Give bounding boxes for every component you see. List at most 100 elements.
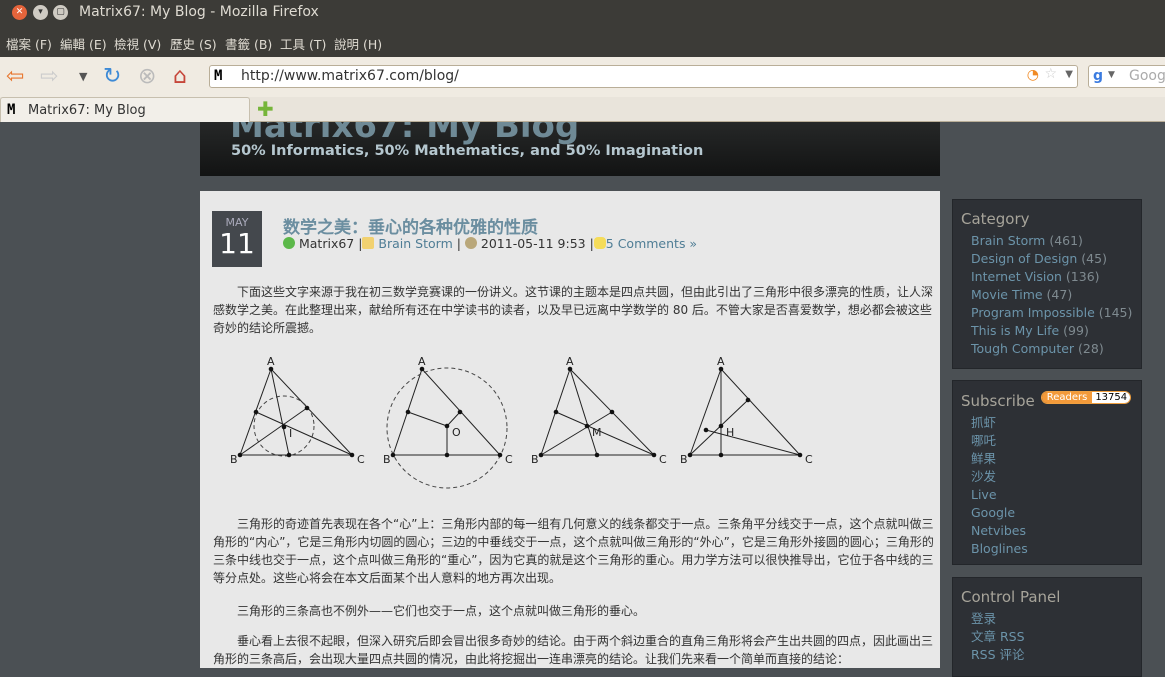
sidebar-list-item: 哪吒 [971, 432, 1141, 450]
figure-label: I [289, 427, 292, 440]
figure-line [555, 411, 655, 456]
navigation-toolbar: ⇦ ⇨ ▼ ↻ ⊗ ⌂ M http://www.matrix67.com/bl… [0, 57, 1165, 97]
forward-icon[interactable]: ⇨ [40, 65, 58, 89]
sidebar-link[interactable]: RSS 评论 [971, 647, 1025, 662]
window-title: Matrix67: My Blog - Mozilla Firefox [79, 4, 319, 20]
sidebar-list-item: This is My Life (99) [971, 322, 1141, 340]
url-bar[interactable]: M http://www.matrix67.com/blog/ ◔ ☆ ▼ [209, 65, 1078, 88]
menu-view[interactable]: 檢視 (V) [114, 34, 161, 53]
figure-point [457, 409, 463, 415]
sidebar-link[interactable]: 鲜果 [971, 451, 996, 466]
comment-icon [593, 237, 606, 249]
sidebar-link[interactable]: 沙发 [971, 469, 996, 484]
menu-history[interactable]: 歷史 (S) [170, 34, 217, 53]
bookmark-star-icon[interactable]: ☆ [1044, 66, 1057, 82]
search-input[interactable]: Goog [1129, 68, 1165, 84]
post-title[interactable]: 数学之美：垂心的各种优雅的性质 [283, 213, 538, 238]
control-panel-title: Control Panel [961, 588, 1061, 606]
sidebar-link[interactable]: Brain Storm [971, 233, 1045, 248]
item-count: (461) [1049, 233, 1083, 248]
sidebar-list-item: Program Impossible (145) [971, 304, 1141, 322]
sidebar-link[interactable]: Design of Design [971, 251, 1077, 266]
new-tab-icon[interactable]: ✚ [257, 97, 274, 121]
figure-line [270, 368, 290, 456]
maximize-icon[interactable]: ▢ [53, 5, 68, 20]
figure-point [237, 452, 243, 458]
figure-point [651, 452, 657, 458]
menu-edit[interactable]: 編輯 (E) [60, 34, 107, 53]
figure-line [270, 368, 353, 456]
item-count: (47) [1046, 287, 1073, 302]
minimize-icon[interactable]: ▾ [33, 5, 48, 20]
back-icon[interactable]: ⇦ [6, 65, 24, 89]
figure-point [253, 409, 259, 415]
figure-line [689, 368, 722, 456]
sidebar-link[interactable]: 文章 RSS [971, 629, 1025, 644]
google-icon[interactable]: g [1093, 68, 1103, 84]
post-paragraph: 垂心看上去很不起眼，但深入研究后即会冒出很多奇妙的结论。由于两个斜边重合的直角三… [213, 634, 934, 666]
close-icon[interactable]: ✕ [12, 5, 27, 20]
sidebar-list-item: Tough Computer (28) [971, 340, 1141, 358]
figure-point [703, 427, 709, 433]
post: MAY 11 数学之美：垂心的各种优雅的性质 Matrix67 | Brain … [200, 191, 940, 668]
post-comments-link[interactable]: 5 Comments » [606, 236, 697, 251]
sidebar-link[interactable]: Internet Vision [971, 269, 1062, 284]
sidebar-link[interactable]: Program Impossible [971, 305, 1095, 320]
figure-line [689, 399, 749, 456]
search-engine-dropdown-icon[interactable]: ▼ [1108, 70, 1115, 80]
figure-line [720, 368, 801, 456]
figure-point [584, 423, 590, 429]
post-paragraph: 三角形的奇迹首先表现在各个“心”上：三角形内部的每一组有几何意义的线条都交于一点… [213, 517, 934, 585]
figure-point [797, 452, 803, 458]
search-box[interactable]: g ▼ Goog [1088, 65, 1165, 88]
figure-label: C [357, 453, 365, 466]
figure-point [538, 452, 544, 458]
sidebar-link[interactable]: 抓虾 [971, 415, 996, 430]
menu-help[interactable]: 說明 (H) [334, 34, 382, 53]
url-input[interactable]: http://www.matrix67.com/blog/ [241, 68, 459, 84]
sidebar-link[interactable]: 哪吒 [971, 433, 996, 448]
sidebar-link[interactable]: Live [971, 487, 997, 502]
sidebar-link[interactable]: Tough Computer [971, 341, 1074, 356]
sidebar-link[interactable]: Netvibes [971, 523, 1026, 538]
figure-point [718, 452, 724, 458]
readers-badge[interactable]: Readers 13754 [1040, 391, 1132, 404]
menu-tools[interactable]: 工具 (T) [280, 34, 326, 53]
sidebar-list-item: Bloglines [971, 540, 1141, 558]
history-dropdown-icon[interactable]: ▼ [79, 65, 87, 89]
url-dropdown-icon[interactable]: ▼ [1065, 69, 1073, 80]
figure-point [444, 452, 450, 458]
rss-icon[interactable]: ◔ [1027, 67, 1039, 83]
site-favicon: M [214, 68, 223, 84]
post-meta: Matrix67 | Brain Storm | 2011-05-11 9:53… [283, 236, 697, 251]
post-date-badge: MAY 11 [212, 211, 262, 267]
figure-point [609, 409, 615, 415]
sidebar-list-item: 文章 RSS [971, 628, 1141, 646]
menu-file[interactable]: 檔案 (F) [6, 34, 52, 53]
sidebar-link[interactable]: Google [971, 505, 1015, 520]
figure-label: O [452, 426, 461, 439]
sidebar-link[interactable]: This is My Life [971, 323, 1059, 338]
figure-label: H [726, 426, 734, 439]
stop-icon[interactable]: ⊗ [138, 65, 156, 89]
figure-point [553, 409, 559, 415]
figure-point [405, 409, 411, 415]
sidebar-list-item: Brain Storm (461) [971, 232, 1141, 250]
home-icon[interactable]: ⌂ [173, 65, 187, 89]
figure-label: B [383, 453, 391, 466]
tab-matrix67[interactable]: M Matrix67: My Blog [0, 97, 250, 122]
menu-bar: 檔案 (F) 編輯 (E) 檢視 (V) 歷史 (S) 書籤 (B) 工具 (T… [0, 25, 1165, 57]
menu-bookmarks[interactable]: 書籤 (B) [225, 34, 272, 53]
category-title: Category [961, 210, 1030, 228]
sidebar-link[interactable]: 登录 [971, 611, 996, 626]
sidebar-list-item: Design of Design (45) [971, 250, 1141, 268]
title-bar: ✕ ▾ ▢ Matrix67: My Blog - Mozilla Firefo… [0, 0, 1165, 25]
figure-line [705, 429, 801, 456]
site-favicon: M [7, 102, 16, 118]
sidebar-link[interactable]: Movie Time [971, 287, 1043, 302]
reload-icon[interactable]: ↻ [103, 65, 121, 89]
post-category-link[interactable]: Brain Storm [378, 236, 452, 251]
tab-label: Matrix67: My Blog [28, 103, 146, 118]
sidebar-link[interactable]: Bloglines [971, 541, 1028, 556]
figure-point [349, 452, 355, 458]
